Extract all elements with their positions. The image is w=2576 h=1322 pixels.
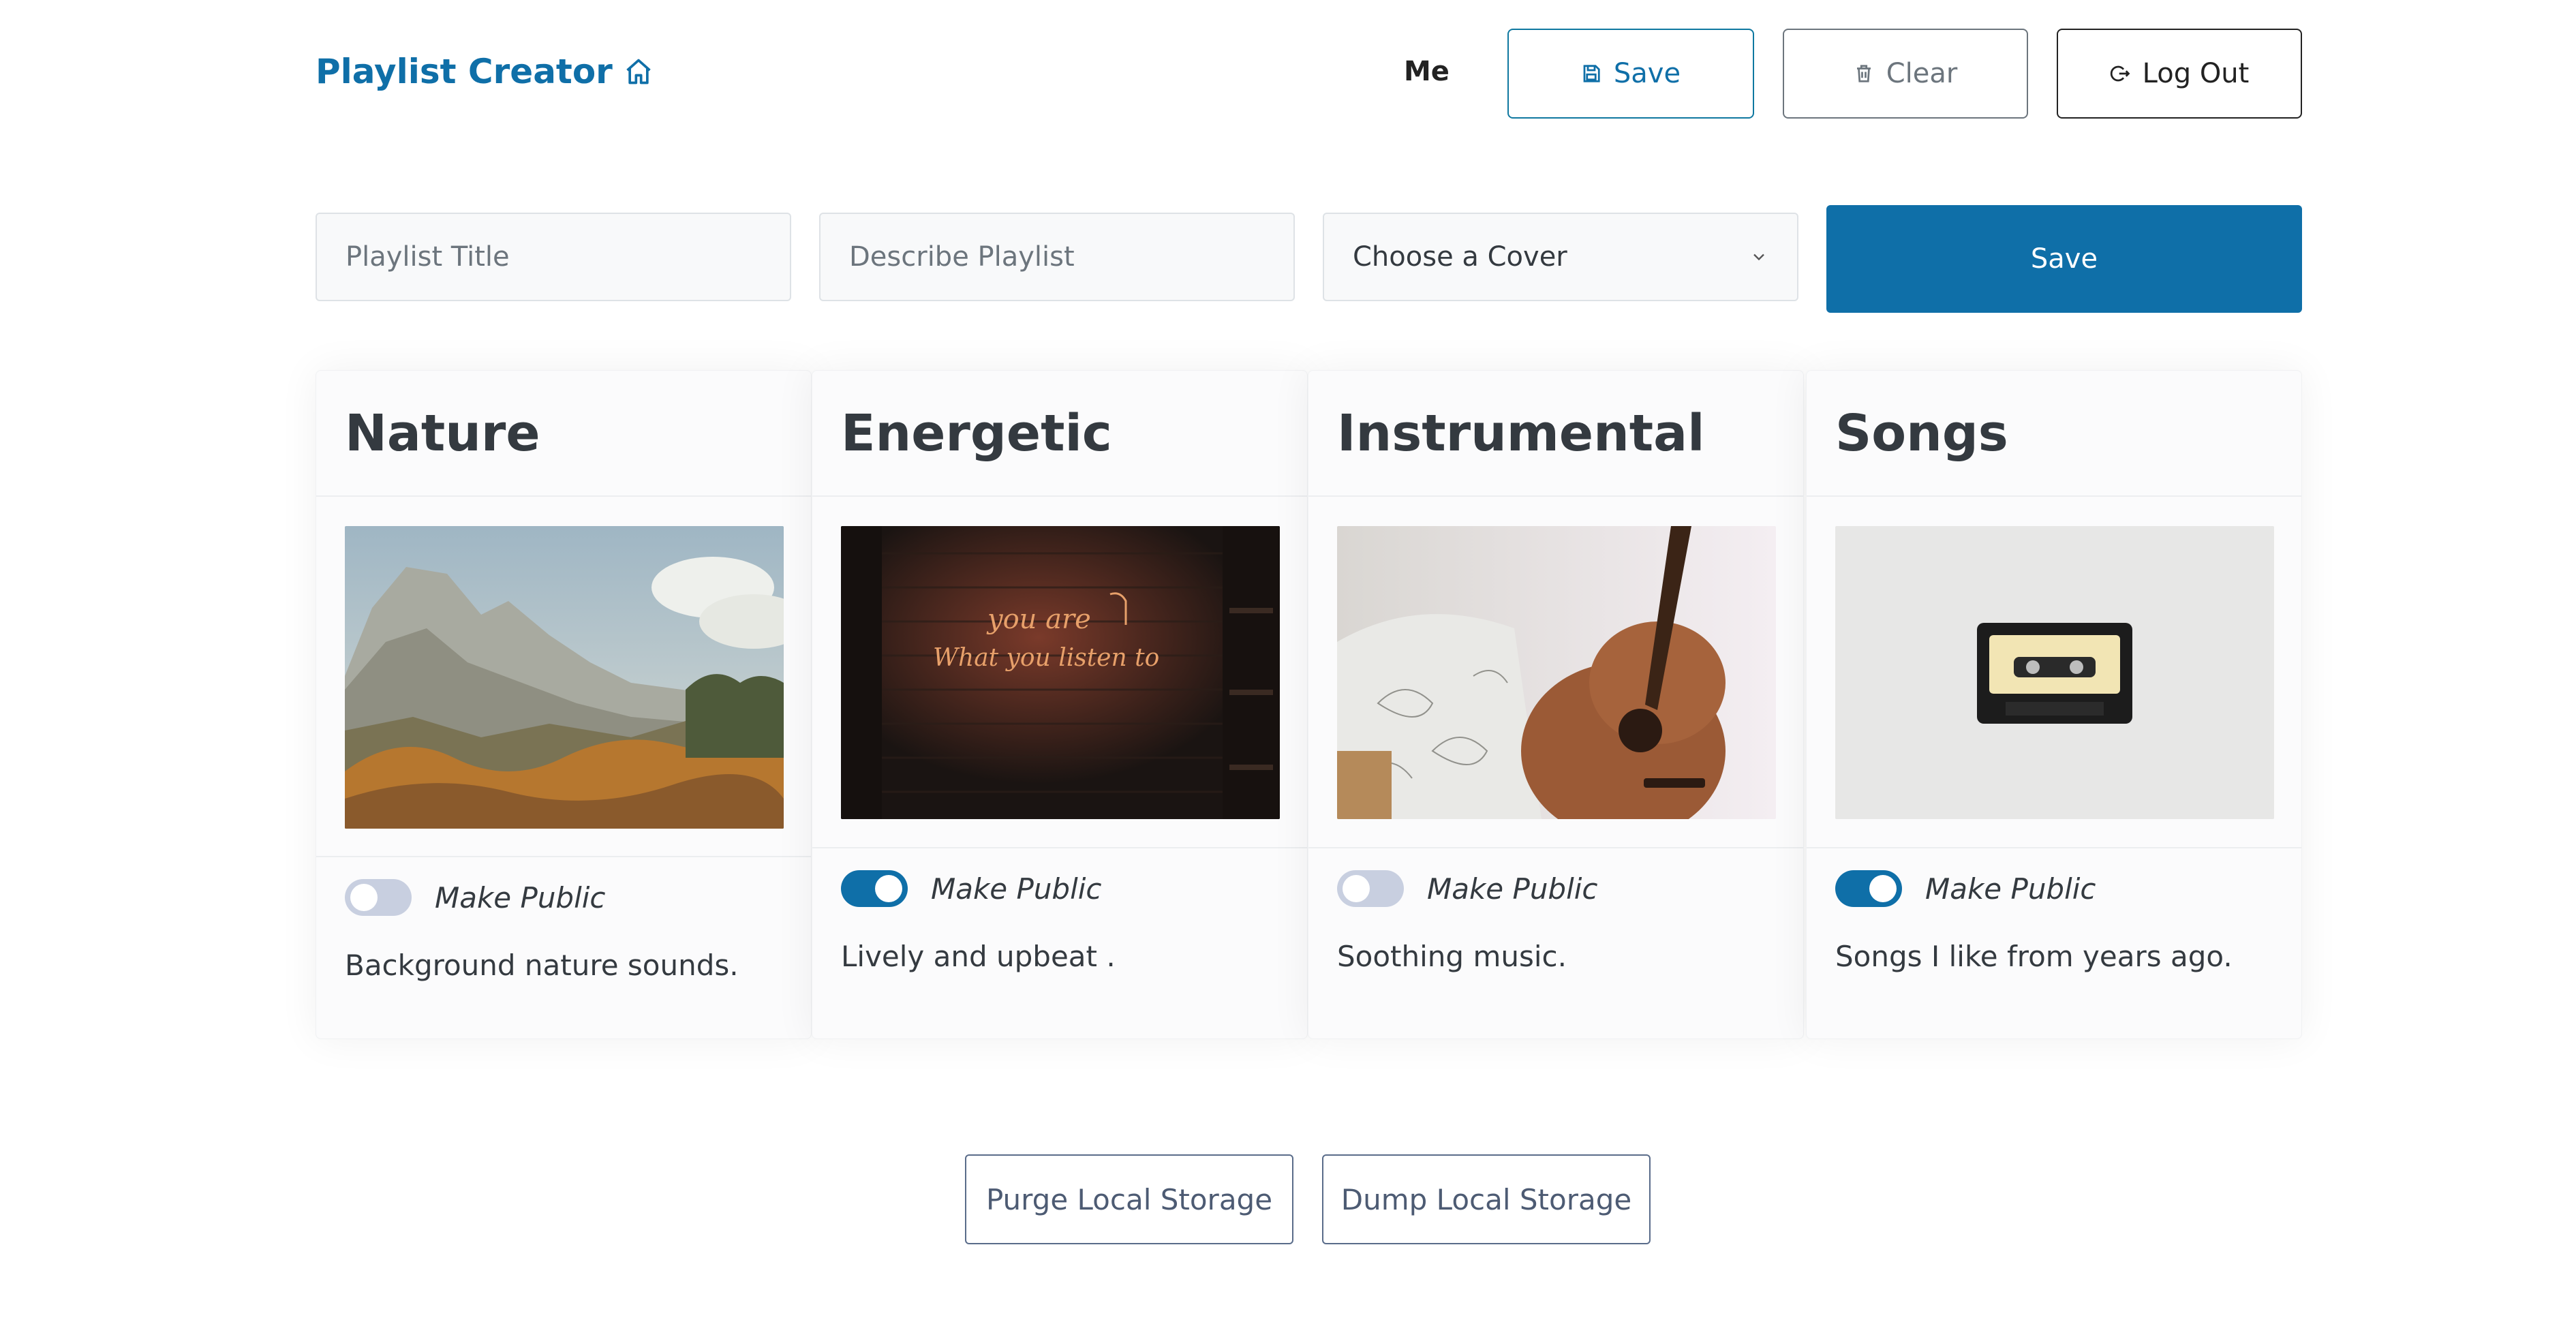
header-save-label: Save [1613, 58, 1681, 89]
toggle-switch[interactable] [1337, 870, 1404, 907]
toggle-label: Make Public [1427, 872, 1598, 906]
playlist-card-instrumental: Instrumental Make Public Soothing music. [1308, 370, 1804, 1039]
card-title: Songs [1835, 403, 2008, 463]
nature-cover-image [345, 526, 784, 829]
purge-local-storage-button[interactable]: Purge Local Storage [965, 1154, 1293, 1244]
dump-local-storage-button[interactable]: Dump Local Storage [1322, 1154, 1651, 1244]
playlist-save-button[interactable]: Save [1826, 205, 2302, 313]
trash-icon [1856, 65, 1871, 82]
toggle-switch[interactable] [841, 870, 908, 907]
neon-text-line-2: What you listen to [933, 644, 1159, 672]
playlist-card-nature: Nature Make Public Background nature sou… [316, 370, 812, 1039]
toggle-switch[interactable] [1835, 870, 1902, 907]
playlist-card-songs: Songs Make Public Songs I like from year… [1806, 370, 2302, 1039]
cover-select[interactable]: Choose a Cover [1323, 213, 1798, 301]
floppy-disk-icon [1583, 65, 1600, 82]
energetic-cover-image: you are What you listen to [841, 526, 1280, 819]
chevron-down-icon [1753, 253, 1764, 261]
brand-title: Playlist Creator [316, 52, 613, 91]
make-public-toggle[interactable]: Make Public [841, 870, 1278, 907]
logout-button[interactable]: Log Out [2057, 29, 2302, 119]
make-public-toggle[interactable]: Make Public [1835, 870, 2273, 907]
playlist-description-input[interactable] [819, 213, 1295, 301]
card-title: Instrumental [1337, 403, 1705, 463]
songs-cover-image [1835, 526, 2274, 819]
card-description: Lively and upbeat . [841, 940, 1116, 973]
playlist-title-input[interactable] [316, 213, 791, 301]
toggle-label: Make Public [435, 880, 606, 914]
header-clear-label: Clear [1886, 58, 1958, 89]
make-public-toggle[interactable]: Make Public [1337, 870, 1775, 907]
card-description: Songs I like from years ago. [1835, 940, 2233, 973]
toggle-switch[interactable] [345, 879, 412, 916]
logout-icon [2110, 65, 2130, 82]
user-name[interactable]: Me [1404, 56, 1450, 87]
make-public-toggle[interactable]: Make Public [345, 879, 782, 916]
header-clear-button[interactable]: Clear [1783, 29, 2028, 119]
neon-text-line-1: you are [986, 604, 1091, 635]
toggle-label: Make Public [1925, 872, 2096, 906]
toggle-label: Make Public [931, 872, 1102, 906]
card-description: Background nature sounds. [345, 949, 739, 982]
cover-select-value: Choose a Cover [1353, 241, 1567, 273]
header-save-button[interactable]: Save [1507, 29, 1754, 119]
playlist-card-energetic: Energetic you are What you listen to Mak… [812, 370, 1308, 1039]
logout-label: Log Out [2142, 58, 2250, 89]
card-description: Soothing music. [1337, 940, 1567, 973]
home-icon [626, 59, 651, 84]
card-title: Nature [345, 403, 540, 463]
brand-link[interactable]: Playlist Creator [316, 49, 654, 94]
instrumental-cover-image [1337, 526, 1776, 819]
card-title: Energetic [841, 403, 1112, 463]
